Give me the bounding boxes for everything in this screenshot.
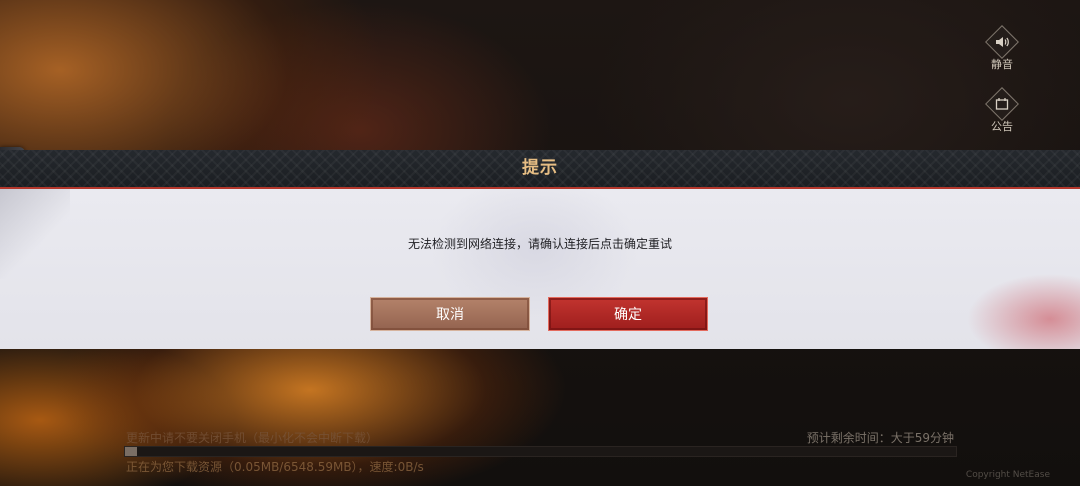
cancel-button[interactable]: 取消 bbox=[370, 297, 530, 331]
dialog-body: 无法检测到网络连接，请确认连接后点击确定重试 取消 确定 bbox=[0, 189, 1080, 349]
dialog-title: 提示 bbox=[522, 158, 558, 178]
download-status: 正在为您下载资源（0.05MB/6548.59MB），速度:0B/s bbox=[126, 460, 424, 474]
copyright-text: Copyright NetEase bbox=[965, 470, 1050, 480]
download-progress-fill bbox=[125, 447, 138, 456]
mute-button[interactable]: 静音 bbox=[972, 25, 1032, 72]
download-info: 更新中请不要关闭手机（最小化不会中断下载） 预计剩余时间：大于59分钟 bbox=[126, 429, 954, 445]
dialog-header: 提示 bbox=[0, 150, 1080, 189]
decorative-brush-right bbox=[910, 249, 1080, 349]
speaker-icon bbox=[985, 25, 1019, 59]
download-eta: 预计剩余时间：大于59分钟 bbox=[806, 431, 954, 445]
download-tip: 更新中请不要关闭手机（最小化不会中断下载） bbox=[126, 431, 379, 445]
notice-icon bbox=[985, 87, 1019, 121]
dialog-message: 无法检测到网络连接，请确认连接后点击确定重试 bbox=[407, 237, 672, 251]
notice-label: 公告 bbox=[991, 120, 1013, 133]
download-progress-bar bbox=[124, 446, 957, 457]
mute-label: 静音 bbox=[991, 58, 1013, 71]
confirm-button[interactable]: 确定 bbox=[548, 297, 708, 331]
notice-button[interactable]: 公告 bbox=[972, 87, 1032, 134]
decorative-brush-left bbox=[0, 189, 70, 279]
